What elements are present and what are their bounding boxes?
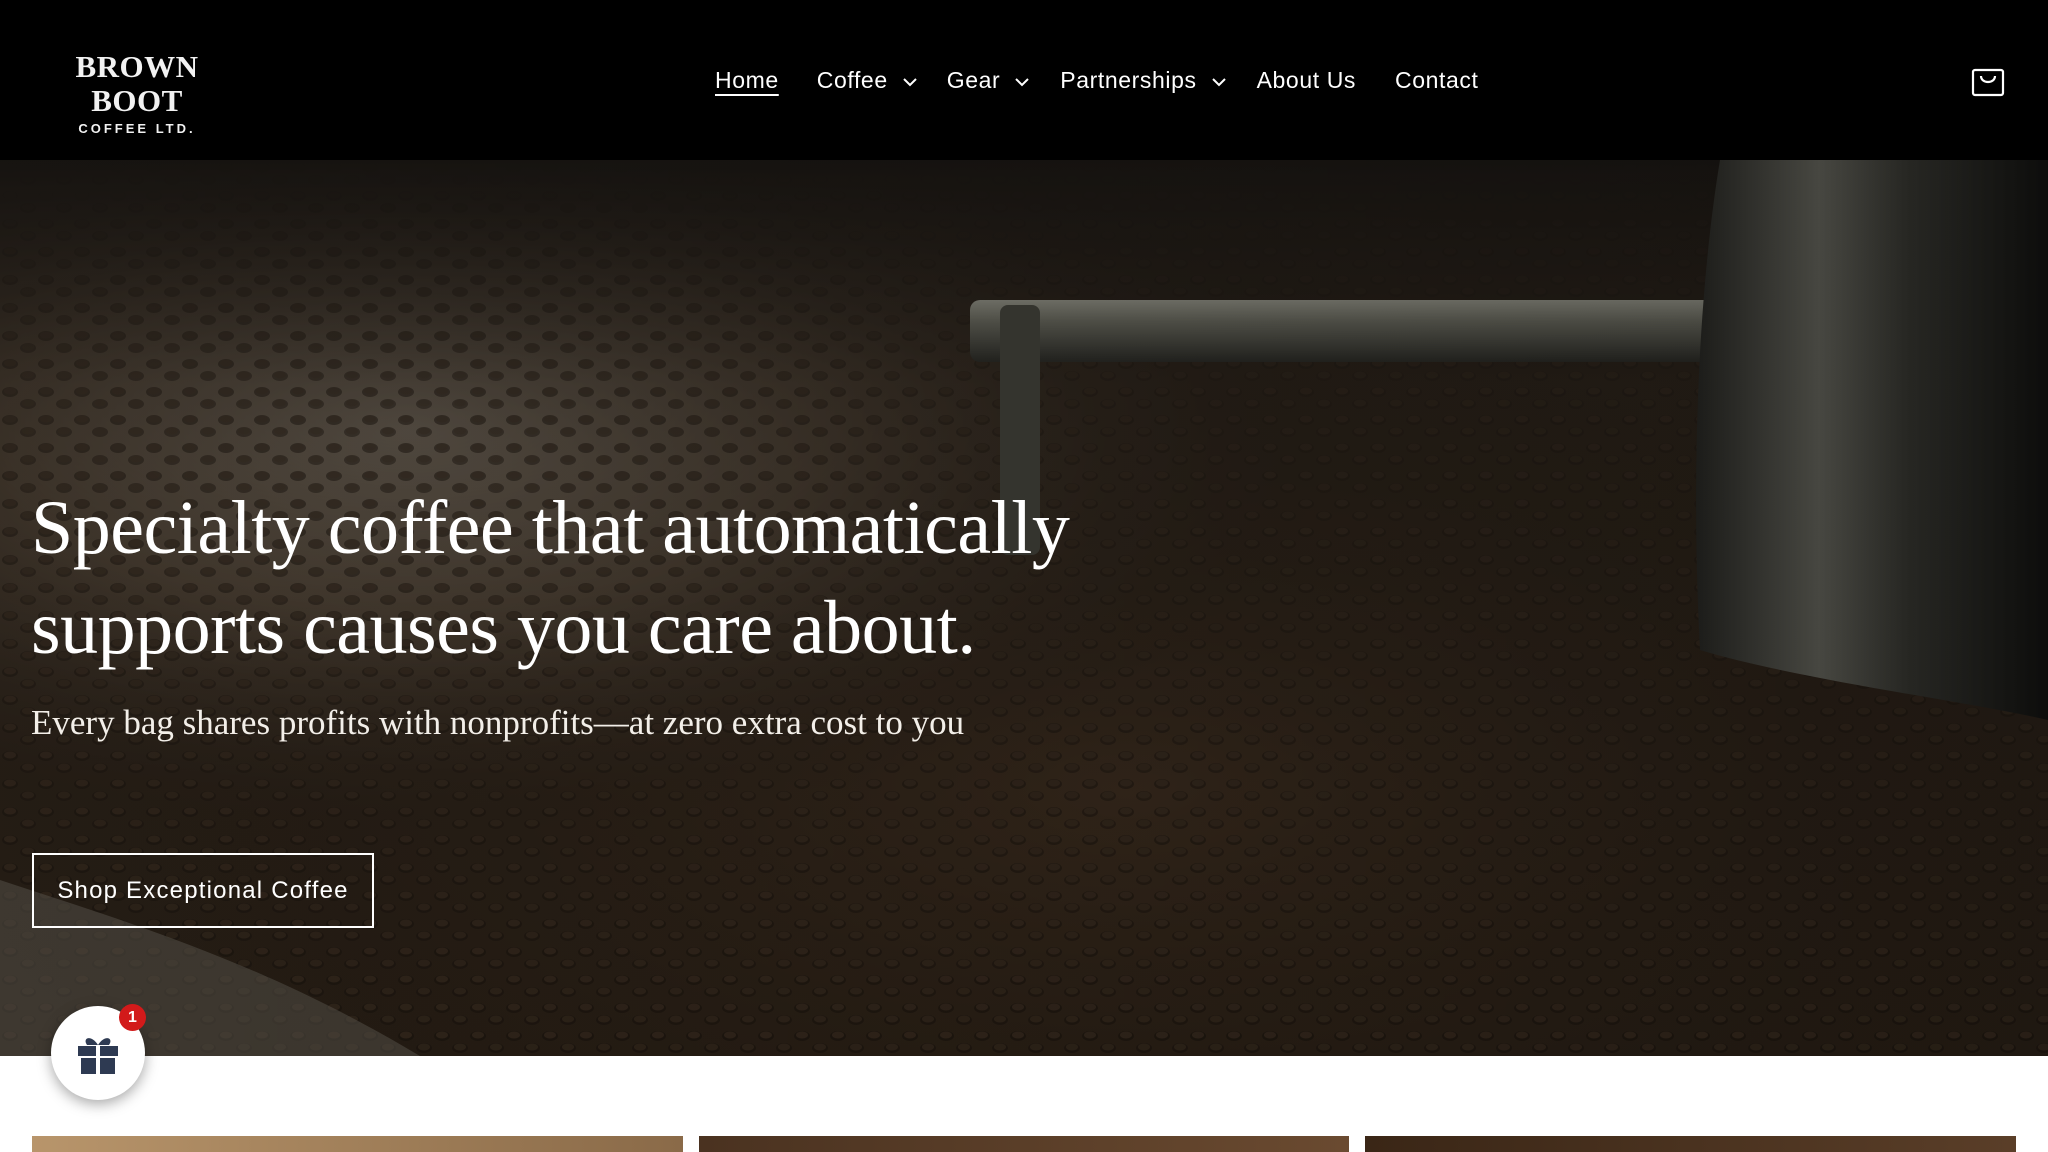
chevron-down-icon <box>1015 78 1029 87</box>
nav-label-about-us: About Us <box>1256 66 1356 93</box>
nav-label-coffee: Coffee <box>816 66 888 93</box>
brand-name: BROWN BOOT <box>75 49 199 118</box>
collection-card[interactable] <box>699 1136 1349 1152</box>
site-header: BROWN BOOT COFFEE LTD. Home Coffee Gear … <box>0 0 2048 160</box>
nav-label-partnerships: Partnerships <box>1060 66 1197 93</box>
rewards-widget-button[interactable]: 1 <box>51 1004 146 1100</box>
nav-item-home[interactable]: Home <box>715 67 779 94</box>
nav-item-contact[interactable]: Contact <box>1395 67 1478 94</box>
chevron-down-icon <box>903 78 917 87</box>
hero-title-line-1: Specialty coffee that automatically <box>31 486 1070 570</box>
brand-subname: COFFEE LTD. <box>78 121 196 136</box>
hero-title-line-2: supports causes you care about. <box>31 586 976 670</box>
collection-cards <box>0 1056 2048 1152</box>
shop-coffee-button[interactable]: Shop Exceptional Coffee <box>32 853 374 928</box>
chevron-down-icon <box>1211 78 1226 87</box>
nav-label-gear: Gear <box>946 66 1001 93</box>
collection-card[interactable] <box>32 1136 683 1152</box>
nav-label-contact: Contact <box>1395 66 1479 93</box>
nav-label-home: Home <box>715 66 779 93</box>
collection-card[interactable] <box>1365 1136 2016 1152</box>
gift-icon <box>78 1038 118 1074</box>
hero-subtitle: Every bag shares profits with nonprofits… <box>31 703 965 742</box>
nav-item-about-us[interactable]: About Us <box>1257 67 1356 94</box>
brand-logo[interactable]: BROWN BOOT COFFEE LTD. <box>31 50 243 138</box>
notification-badge: 1 <box>119 1004 146 1031</box>
nav-item-coffee[interactable]: Coffee <box>817 67 920 94</box>
shopping-bag-icon[interactable] <box>1970 62 2006 98</box>
hero-title: Specialty coffee that automatically supp… <box>31 478 1131 678</box>
nav-item-gear[interactable]: Gear <box>947 67 1033 94</box>
nav-item-partnerships[interactable]: Partnerships <box>1060 67 1228 94</box>
main-nav: Home Coffee Gear Partnerships About Us C… <box>715 60 1478 100</box>
hero-banner: Specialty coffee that automatically supp… <box>0 160 2048 1056</box>
